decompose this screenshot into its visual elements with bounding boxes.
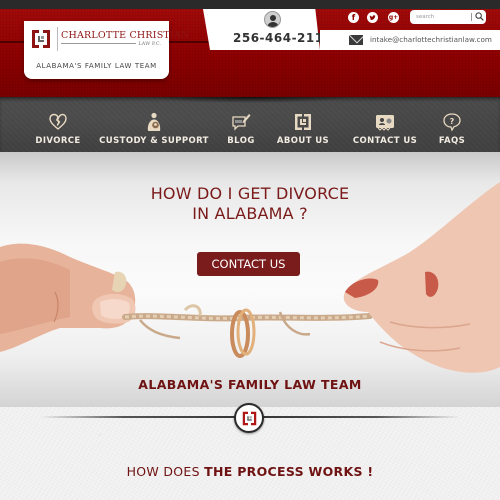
facebook-icon[interactable]: f xyxy=(348,12,359,23)
twitter-icon[interactable] xyxy=(367,12,378,23)
nav-item-contact-us[interactable]: CONTACT US xyxy=(350,112,420,150)
nav-item-custody-support[interactable]: CUSTODY & SUPPORT xyxy=(98,112,210,150)
logo-mark-icon xyxy=(32,30,50,48)
blog-pencil-icon xyxy=(232,114,251,131)
hero-tagline: ALABAMA'S FAMILY LAW TEAM xyxy=(138,377,362,392)
nav-label: DIVORCE xyxy=(35,136,81,146)
nav-label: ABOUT US xyxy=(276,136,330,146)
nav-label: FAQS xyxy=(438,136,466,146)
site-logo[interactable]: CHARLOTTE CHRISTIAN LAW P.C. ALABAMA'S F… xyxy=(24,21,189,79)
nav-label: CONTACT US xyxy=(352,136,418,146)
search-icon[interactable] xyxy=(475,12,484,21)
hero-title-line1: HOW DO I GET DIVORCE xyxy=(150,184,350,203)
hero-title: HOW DO I GET DIVORCE IN ALABAMA ? xyxy=(0,184,500,224)
google-plus-icon[interactable]: g+ xyxy=(388,12,399,23)
contact-card-icon xyxy=(376,115,394,131)
nav-shadow xyxy=(150,97,350,103)
parent-child-icon xyxy=(147,112,161,131)
svg-text:?: ? xyxy=(450,117,455,126)
operator-icon xyxy=(264,11,281,28)
divider-logo-badge xyxy=(234,403,264,433)
hero-title-line2: IN ALABAMA ? xyxy=(192,204,308,223)
nav-item-blog[interactable]: BLOG xyxy=(223,112,259,150)
nav-label: CUSTODY & SUPPORT xyxy=(99,136,209,146)
envelope-icon xyxy=(349,35,363,45)
search-box xyxy=(410,10,486,24)
twitter-bird-glyph xyxy=(369,15,376,20)
contact-us-button[interactable]: CONTACT US xyxy=(197,252,300,276)
email-link[interactable]: intake@charlottechristianlaw.com xyxy=(370,35,492,44)
process-heading-bold: THE PROCESS WORKS ! xyxy=(204,464,374,479)
broken-heart-icon xyxy=(49,113,67,130)
search-input[interactable] xyxy=(416,12,466,22)
top-strip xyxy=(0,0,500,9)
search-separator xyxy=(471,13,472,21)
logo-mark-icon xyxy=(295,114,311,130)
logo-tagline: ALABAMA'S FAMILY LAW TEAM xyxy=(36,62,157,70)
nav-item-divorce[interactable]: DIVORCE xyxy=(34,112,82,150)
logo-firm-name: CHARLOTTE CHRISTIAN xyxy=(61,30,190,41)
logo-suffix: LAW P.C. xyxy=(136,41,161,47)
question-bubble-icon: ? xyxy=(443,113,461,132)
logo-mark-icon xyxy=(242,411,257,426)
process-heading: HOW DOES THE PROCESS WORKS ! xyxy=(0,464,500,479)
phone-number[interactable]: 256-464-2116 xyxy=(233,31,332,45)
process-heading-regular: HOW DOES xyxy=(126,464,205,479)
nav-label: BLOG xyxy=(227,136,255,146)
logo-divider xyxy=(57,27,58,51)
nav-item-about-us[interactable]: ABOUT US xyxy=(275,112,331,150)
nav-item-faqs[interactable]: ? FAQS xyxy=(436,112,468,150)
